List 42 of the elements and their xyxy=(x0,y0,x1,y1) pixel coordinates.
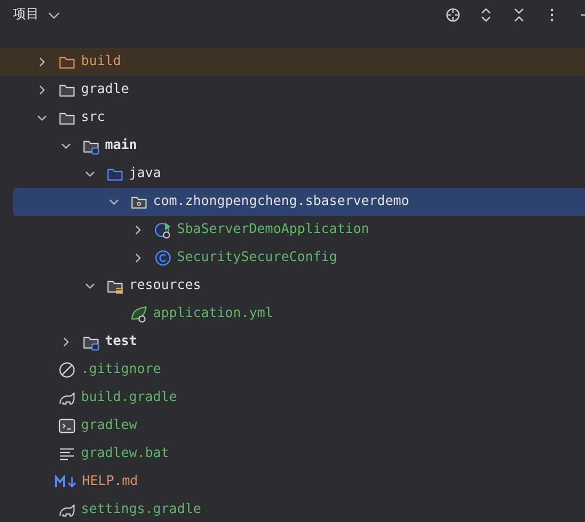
highlighted-row[interactable]: build xyxy=(0,48,585,76)
item-name: SbaServerDemoApplication xyxy=(177,221,370,240)
item-name: SecuritySecureConfig xyxy=(177,249,338,268)
item-name: gradle xyxy=(81,81,130,100)
tree-row[interactable]: application.yml xyxy=(13,300,585,328)
tree-row[interactable]: main xyxy=(13,132,585,160)
item-name: src xyxy=(81,109,106,128)
item-name: gradlew.bat xyxy=(81,445,170,464)
tree-row[interactable]: test xyxy=(13,328,585,356)
item-name: settings.gradle xyxy=(81,501,202,520)
item-name: test xyxy=(105,333,138,352)
item-name: gradlew xyxy=(81,417,138,436)
tree-row[interactable]: resources xyxy=(13,272,585,300)
item-name: .gitignore xyxy=(81,361,162,380)
leaf-icon xyxy=(130,305,148,323)
tree-row[interactable]: settings.gradle xyxy=(13,496,585,522)
terminal-icon xyxy=(58,417,76,435)
markdown-icon xyxy=(55,474,79,490)
tree-row[interactable]: build.gradle xyxy=(13,384,585,412)
selected-row[interactable]: com.zhongpengcheng.sbaserverdemo xyxy=(13,188,585,216)
item-name: com.zhongpengcheng.sbaserverdemo xyxy=(153,193,410,212)
item-name: HELP.md xyxy=(82,473,138,492)
tree-row[interactable]: gradlew xyxy=(13,412,585,440)
locate-icon[interactable] xyxy=(445,7,461,23)
ignore-icon xyxy=(58,361,76,379)
tree-row[interactable]: src xyxy=(13,104,585,132)
runnable-class-icon xyxy=(154,221,172,239)
panel-title[interactable]: 项目 xyxy=(13,5,39,25)
item-name: java xyxy=(129,165,162,184)
tree-row[interactable]: gradlew.bat xyxy=(13,440,585,468)
tree-row[interactable]: SecuritySecureConfig xyxy=(13,244,585,272)
item-name: build.gradle xyxy=(81,389,178,408)
item-name: main xyxy=(105,137,138,156)
item-name: build xyxy=(81,53,122,72)
tree-row[interactable]: HELP.md xyxy=(13,468,585,496)
tree-row[interactable]: SbaServerDemoApplication xyxy=(13,216,585,244)
class-icon xyxy=(154,249,172,267)
item-name: resources xyxy=(129,277,202,296)
item-name: application.yml xyxy=(153,305,274,324)
tree-row[interactable]: .gitignore xyxy=(13,356,585,384)
tree-row[interactable]: java xyxy=(13,160,585,188)
tree-row[interactable]: gradle xyxy=(13,76,585,104)
